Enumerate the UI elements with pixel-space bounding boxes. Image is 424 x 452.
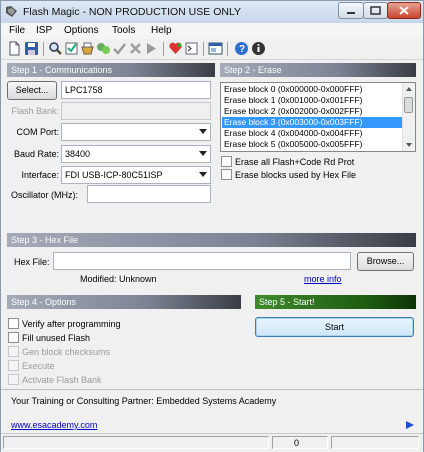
help-icon[interactable]: ? xyxy=(234,41,249,56)
window-icon[interactable] xyxy=(208,41,223,56)
step2-header: Step 2 - Erase xyxy=(220,63,416,77)
info-icon[interactable] xyxy=(251,41,266,56)
menu-bar: File ISP Options Tools Help xyxy=(1,23,423,39)
save-icon[interactable] xyxy=(24,41,39,56)
terminal-icon[interactable] xyxy=(184,41,199,56)
check-icon[interactable] xyxy=(112,41,127,56)
minimize-button[interactable] xyxy=(338,2,364,19)
menu-options[interactable]: Options xyxy=(64,25,98,36)
svg-text:?: ? xyxy=(239,44,245,55)
erase-list-scrollbar[interactable] xyxy=(402,83,415,151)
oscillator-label: Oscillator (MHz): xyxy=(11,190,78,200)
browse-button[interactable]: Browse... xyxy=(357,252,414,271)
fill-unused-label: Fill unused Flash xyxy=(22,333,91,343)
select-device-button[interactable]: Select... xyxy=(7,81,57,100)
erase-block-item[interactable]: Erase block 4 (0x004000-0x004FFF) xyxy=(222,128,404,139)
verify-checkbox[interactable] xyxy=(8,318,19,329)
chevron-down-icon xyxy=(199,172,207,177)
status-count: 0 xyxy=(294,438,300,448)
menu-help[interactable]: Help xyxy=(151,25,172,36)
flash-magic-window: Flash Magic - NON PRODUCTION USE ONLY Fi… xyxy=(0,0,424,452)
forward-icon[interactable] xyxy=(144,41,159,56)
stop-icon[interactable] xyxy=(128,41,143,56)
chevron-down-icon xyxy=(199,151,207,156)
com-port-select[interactable] xyxy=(61,123,211,141)
erase-block-item[interactable]: Erase block 5 (0x005000-0x005FFF) xyxy=(222,139,404,150)
heart-icon[interactable] xyxy=(168,41,183,56)
esacademy-link[interactable]: www.esacademy.com xyxy=(11,420,97,430)
close-button[interactable] xyxy=(387,2,421,19)
activate-bank-checkbox xyxy=(8,374,19,385)
partner-text: Your Training or Consulting Partner: Emb… xyxy=(11,396,277,406)
scroll-down-icon[interactable] xyxy=(406,143,412,147)
program-icon[interactable] xyxy=(80,41,95,56)
flash-magic-logo-icon xyxy=(6,6,17,17)
step4-header: Step 4 - Options xyxy=(7,295,241,309)
toolbar: ? xyxy=(1,39,423,60)
chevron-down-icon xyxy=(199,129,207,134)
fill-unused-checkbox[interactable] xyxy=(8,332,19,343)
status-panel-extra xyxy=(331,436,419,449)
hex-file-label: Hex File: xyxy=(14,257,50,267)
hex-file-field[interactable] xyxy=(53,252,351,270)
interface-label: Interface: xyxy=(21,170,59,180)
erase-all-label: Erase all Flash+Code Rd Prot xyxy=(235,157,355,167)
status-panel-main xyxy=(3,436,269,449)
step3-header: Step 3 - Hex File xyxy=(7,233,416,247)
erase-block-item[interactable]: Erase block 0 (0x000000-0x000FFF) xyxy=(222,84,404,95)
scroll-up-icon[interactable] xyxy=(406,87,412,91)
new-icon[interactable] xyxy=(7,41,22,56)
status-bar: 0 xyxy=(1,433,423,452)
play-arrow-icon[interactable] xyxy=(405,420,415,430)
device-field[interactable]: LPC1758 xyxy=(61,81,211,99)
title-bar[interactable]: Flash Magic - NON PRODUCTION USE ONLY xyxy=(1,1,423,23)
minimize-icon xyxy=(347,12,355,14)
maximize-icon xyxy=(370,6,381,15)
menu-isp[interactable]: ISP xyxy=(36,25,52,36)
oscillator-field[interactable] xyxy=(87,185,211,203)
baud-rate-value: 38400 xyxy=(65,149,91,159)
erase-blocks-list[interactable]: Erase block 0 (0x000000-0x000FFF) Erase … xyxy=(220,82,416,152)
com-port-label: COM Port: xyxy=(16,127,59,137)
menu-file[interactable]: File xyxy=(9,25,25,36)
flash-bank-select xyxy=(61,102,211,120)
flash-bank-label: Flash Bank: xyxy=(11,106,59,116)
footer-divider xyxy=(1,389,423,390)
interface-value: FDI USB-ICP-80C51ISP xyxy=(65,170,163,180)
erase-block-item[interactable]: Erase block 1 (0x001000-0x001FFF) xyxy=(222,95,404,106)
close-icon xyxy=(399,6,409,15)
erase-used-checkbox[interactable] xyxy=(221,169,232,180)
maximize-button[interactable] xyxy=(363,2,388,19)
status-panel-count: 0 xyxy=(272,436,328,449)
step5-header: Step 5 - Start! xyxy=(255,295,416,309)
start-button[interactable]: Start xyxy=(255,317,414,337)
more-info-link[interactable]: more info xyxy=(304,274,342,284)
baud-rate-select[interactable]: 38400 xyxy=(61,145,211,163)
menu-tools[interactable]: Tools xyxy=(112,25,135,36)
execute-checkbox xyxy=(8,360,19,371)
search-icon[interactable] xyxy=(48,41,63,56)
erase-used-label: Erase blocks used by Hex File xyxy=(235,170,357,180)
erase-icon[interactable] xyxy=(96,41,111,56)
baud-rate-label: Baud Rate: xyxy=(13,149,59,159)
erase-block-item[interactable]: Erase block 2 (0x002000-0x002FFF) xyxy=(222,106,404,117)
activate-bank-label: Activate Flash Bank xyxy=(22,375,102,385)
gen-checksums-label: Gen block checksums xyxy=(22,347,111,357)
modified-status: Modified: Unknown xyxy=(80,274,157,284)
scroll-thumb[interactable] xyxy=(404,97,413,113)
interface-select[interactable]: FDI USB-ICP-80C51ISP xyxy=(61,166,211,184)
erase-all-checkbox[interactable] xyxy=(221,156,232,167)
gen-checksums-checkbox xyxy=(8,346,19,357)
window-title: Flash Magic - NON PRODUCTION USE ONLY xyxy=(23,6,242,18)
step1-header: Step 1 - Communications xyxy=(7,63,215,77)
erase-block-item-selected[interactable]: Erase block 3 (0x003000-0x003FFF) xyxy=(222,117,404,128)
execute-label: Execute xyxy=(22,361,55,371)
verify-icon[interactable] xyxy=(64,41,79,56)
verify-label: Verify after programming xyxy=(22,319,121,329)
